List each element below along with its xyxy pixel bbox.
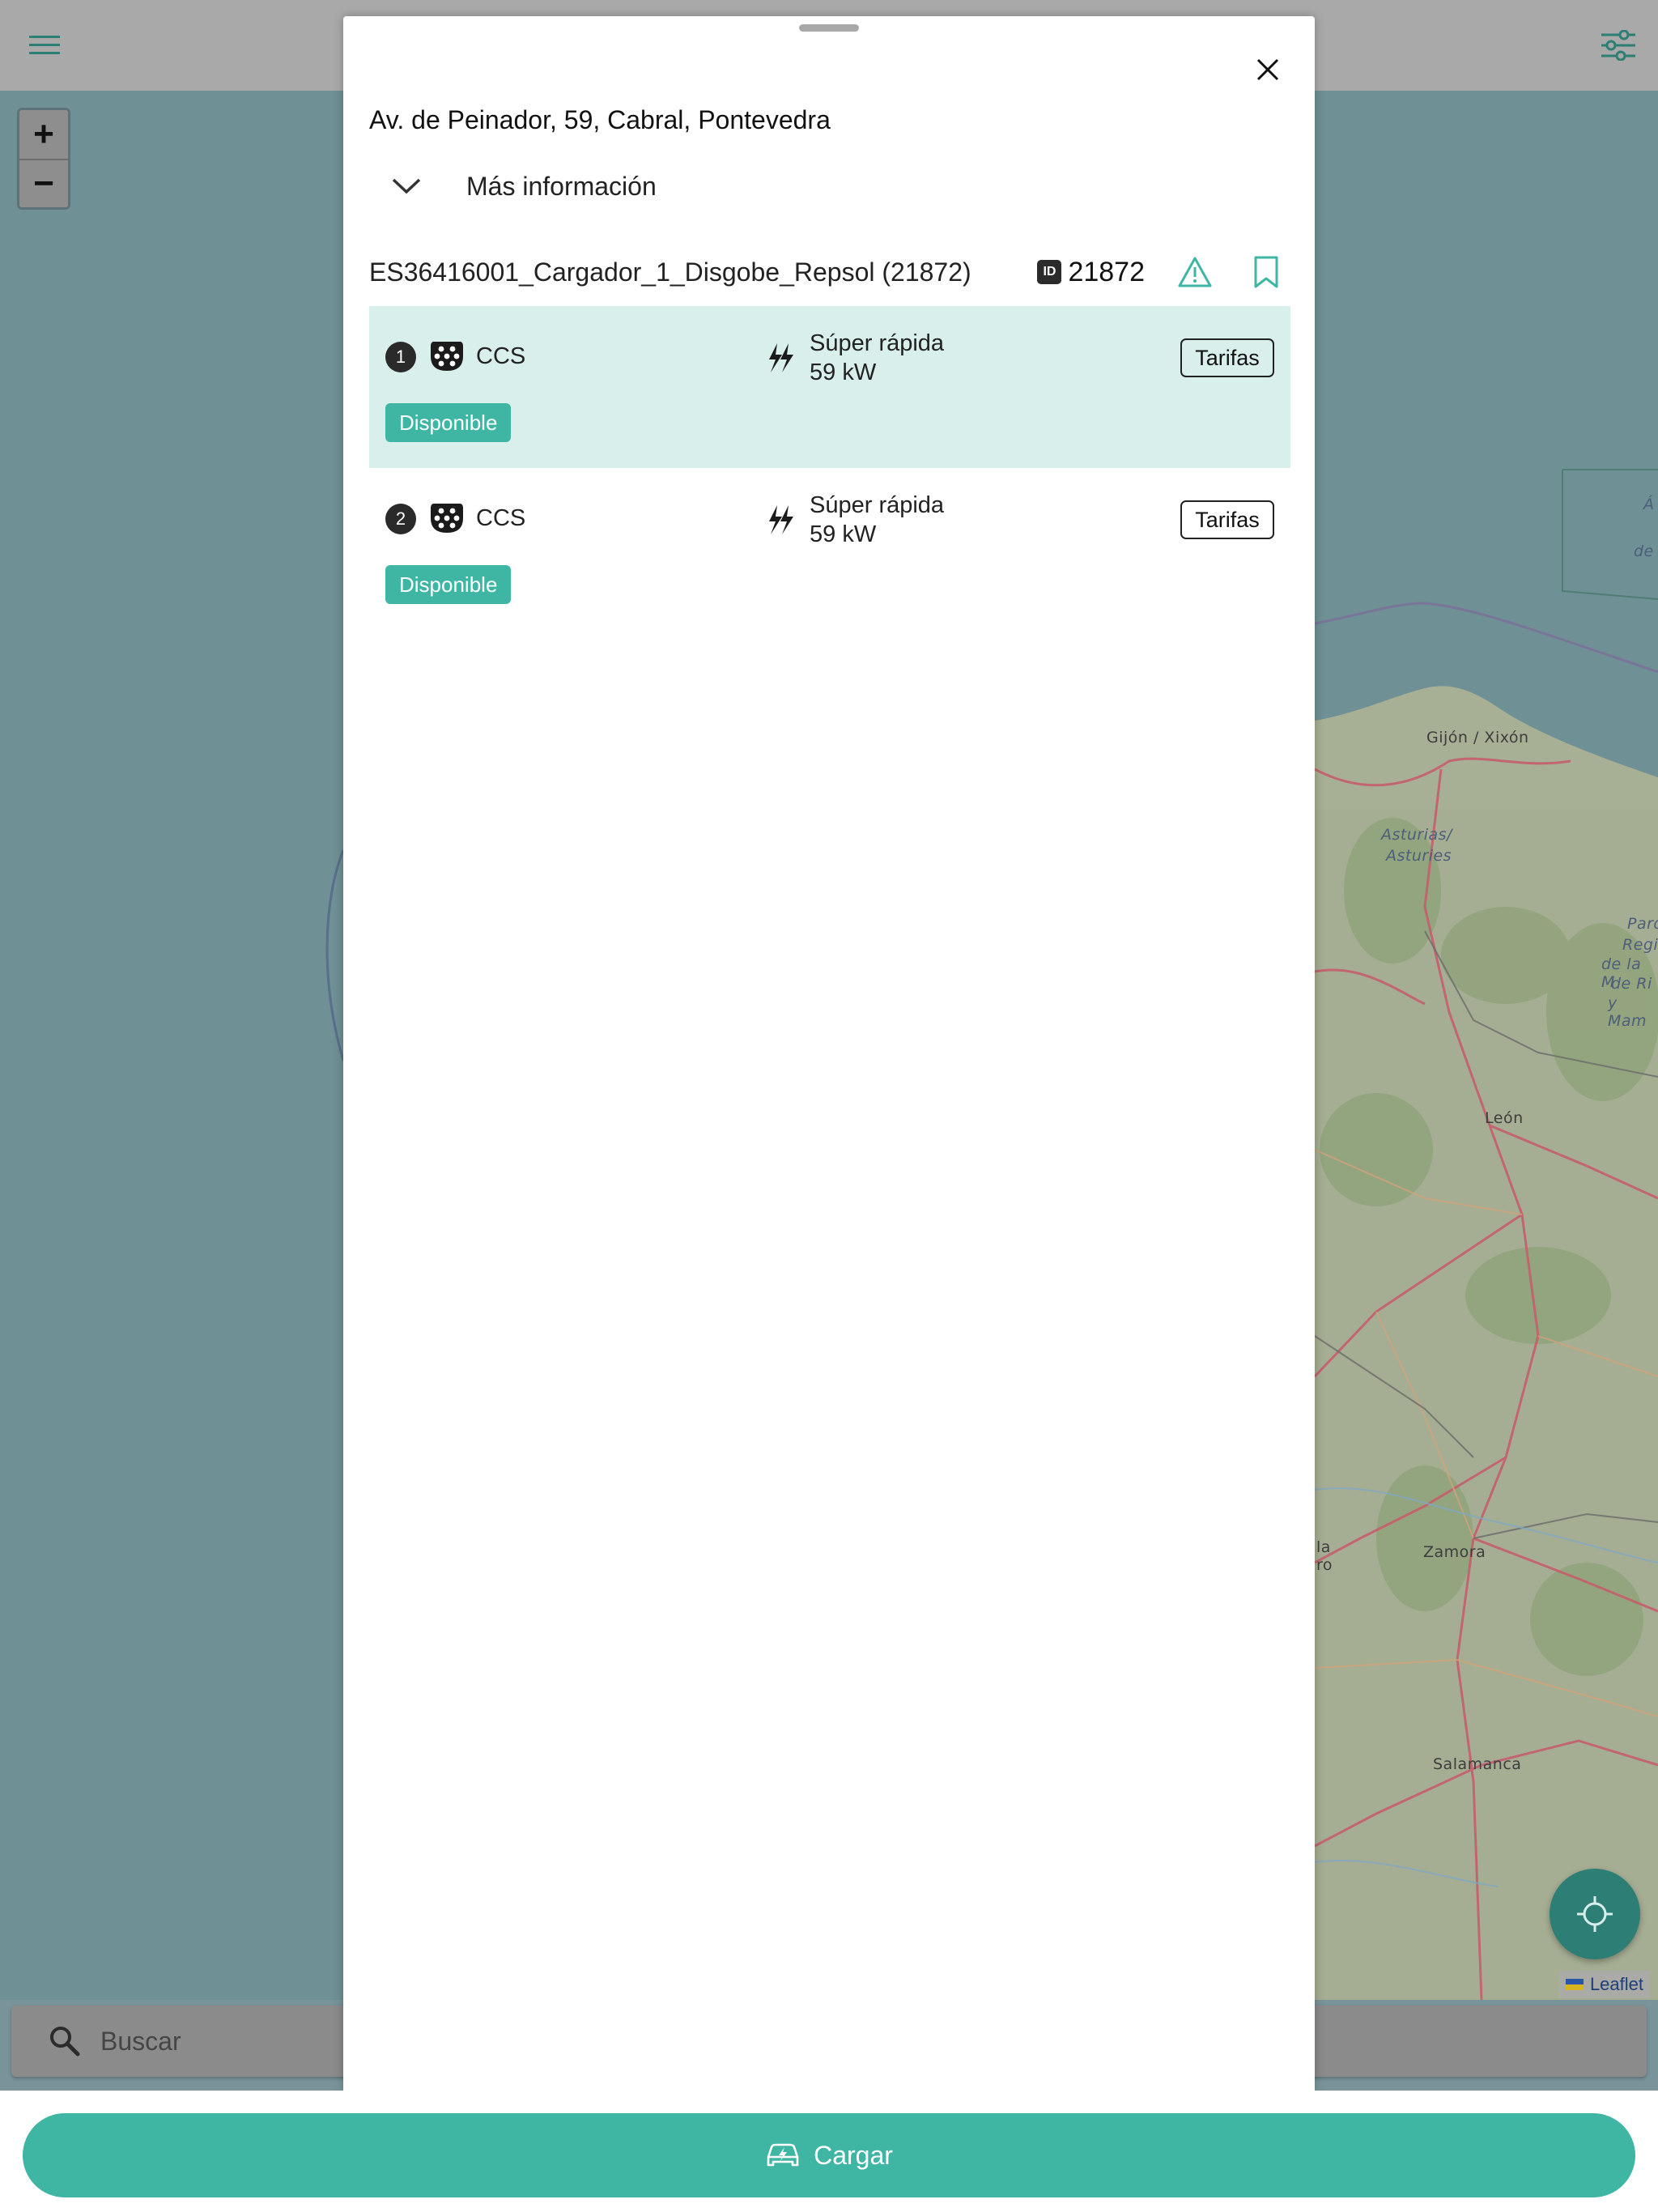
map-label-salamanca: Salamanca xyxy=(1433,1755,1522,1773)
connector-speed: Súper rápida xyxy=(810,330,945,356)
station-address: Av. de Peinador, 59, Cabral, Pontevedra xyxy=(369,105,831,134)
charge-button-label: Cargar xyxy=(814,2140,893,2170)
charge-button[interactable]: Cargar xyxy=(23,2113,1635,2197)
map-label-region-1: Á xyxy=(1643,496,1655,513)
station-name: ES36416001_Cargador_1_Disgobe_Repsol (21… xyxy=(369,257,971,287)
car-charge-icon xyxy=(767,2143,799,2167)
locate-me-button[interactable] xyxy=(1550,1869,1640,1959)
connector-number: 1 xyxy=(385,342,416,372)
connector-row[interactable]: 2 CCS Súper rápida 59 kW Tarifas Disponi… xyxy=(369,468,1290,630)
more-info-label: Más información xyxy=(466,171,657,201)
map-label-zamora: Zamora xyxy=(1423,1543,1486,1561)
connector-power: 59 kW xyxy=(810,521,877,547)
map-label-park-2: Regi xyxy=(1622,936,1658,954)
fast-charge-bolt-icon xyxy=(769,505,793,534)
connector-row[interactable]: 1 CCS Súper rápida 59 kW Tarifas Disponi… xyxy=(369,306,1290,468)
map-attribution[interactable]: Leaflet xyxy=(1558,1971,1650,1998)
map-label-park-4: de Ri xyxy=(1611,975,1652,993)
bookmark-icon xyxy=(1254,256,1278,288)
map-label-region-2: de xyxy=(1634,542,1654,560)
menu-button[interactable] xyxy=(18,21,73,70)
id-icon: ID xyxy=(1037,260,1062,284)
map-label-partial-1: la xyxy=(1316,1538,1331,1556)
close-button[interactable] xyxy=(1244,45,1292,94)
connector-power: 59 kW xyxy=(810,359,877,385)
fast-charge-bolt-icon xyxy=(769,343,793,372)
station-id-value: 21872 xyxy=(1068,256,1145,287)
status-badge: Disponible xyxy=(385,403,512,442)
map-label-park-5: y Mam xyxy=(1608,994,1647,1030)
map-label-leon: León xyxy=(1485,1109,1524,1127)
search-icon xyxy=(50,2027,80,2057)
connector-number: 2 xyxy=(385,504,416,534)
station-header: ES36416001_Cargador_1_Disgobe_Repsol (21… xyxy=(369,243,1290,301)
connector-speed: Súper rápida xyxy=(810,492,945,518)
connector-type: CCS xyxy=(476,343,526,369)
station-id: ID 21872 xyxy=(1037,257,1145,288)
close-icon xyxy=(1256,58,1279,81)
map-label-park-1: Parq xyxy=(1627,915,1658,933)
zoom-in-button[interactable]: + xyxy=(19,110,68,159)
connector-speed-block: Súper rápida 59 kW xyxy=(810,491,944,549)
map-label-asturias: Asturias/ xyxy=(1381,826,1452,844)
map-label-partial-2: ro xyxy=(1316,1556,1333,1574)
crosshair-locate-icon xyxy=(1577,1896,1613,1932)
map-label-gijon: Gijón / Xixón xyxy=(1426,729,1529,747)
ukraine-flag-icon xyxy=(1565,1979,1584,1990)
more-info-toggle[interactable]: Más información xyxy=(392,162,657,211)
filter-button[interactable] xyxy=(1592,19,1645,71)
zoom-out-button[interactable]: − xyxy=(19,159,68,207)
station-detail-panel: Av. de Peinador, 59, Cabral, Pontevedra … xyxy=(343,16,1315,2091)
map-label-asturies: Asturies xyxy=(1386,847,1452,865)
sliders-filter-icon xyxy=(1601,30,1635,61)
ccs-plug-icon xyxy=(431,342,463,371)
connector-type: CCS xyxy=(476,505,526,531)
report-issue-button[interactable] xyxy=(1171,248,1219,296)
zoom-control: + − xyxy=(17,108,70,210)
attribution-link[interactable]: Leaflet xyxy=(1590,1974,1643,1995)
tarifas-button[interactable]: Tarifas xyxy=(1180,338,1274,377)
bookmark-button[interactable] xyxy=(1242,248,1290,296)
connector-speed-block: Súper rápida 59 kW xyxy=(810,329,944,387)
tarifas-button[interactable]: Tarifas xyxy=(1180,500,1274,539)
cta-area: Cargar xyxy=(0,2091,1658,2212)
drag-handle[interactable] xyxy=(799,24,859,32)
chevron-down-icon xyxy=(392,178,421,194)
ccs-plug-icon xyxy=(431,504,463,533)
status-badge: Disponible xyxy=(385,565,512,604)
warning-triangle-icon xyxy=(1178,257,1212,287)
hamburger-menu-icon xyxy=(29,36,60,54)
